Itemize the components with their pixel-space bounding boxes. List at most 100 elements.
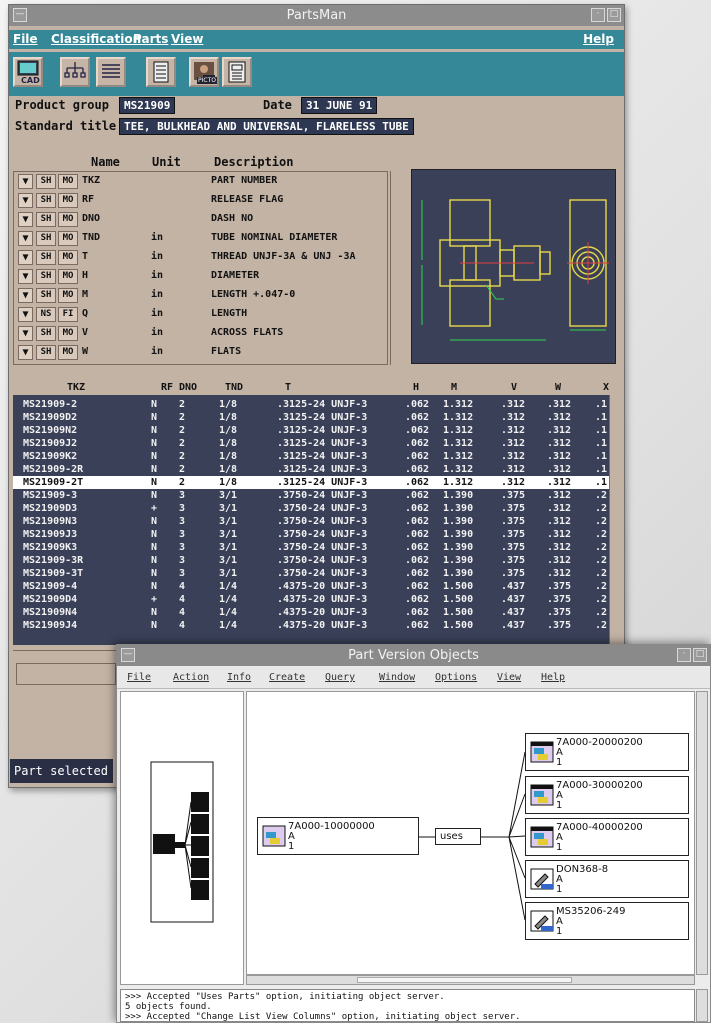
pvo-menu-query[interactable]: Query <box>325 672 355 683</box>
table-row[interactable]: MS21909N2 N 2 1/8 .3125-24 UNJF-3 .062 1.312 .3… <box>13 424 609 437</box>
expand-button[interactable]: ▼ <box>18 307 33 322</box>
table-row[interactable]: MS21909J3 N 3 3/1 .3750-24 UNJF-3 .062 1.390 .3… <box>13 528 609 541</box>
param-mode-button[interactable]: MO <box>58 288 78 303</box>
pvo-menu-window[interactable]: Window <box>379 672 415 683</box>
param-mode-button[interactable]: MO <box>58 345 78 360</box>
param-flag-button[interactable]: SH <box>36 326 56 341</box>
graph-hscroll[interactable] <box>246 975 695 985</box>
column-header-t[interactable]: T <box>285 382 291 393</box>
table-row[interactable]: MS21909-2R N 2 1/8 .3125-24 UNJF-3 .062 1.312.… <box>13 463 609 476</box>
column-header-h[interactable]: H <box>413 382 419 393</box>
pvo-window-menu-button[interactable]: — <box>121 648 135 662</box>
table-scrollbar[interactable] <box>609 395 621 645</box>
column-header-v[interactable]: V <box>511 382 517 393</box>
table-row[interactable]: MS21909-3T N 3 3/1 .3750-24 UNJF-3 .062 1.390.… <box>13 567 609 580</box>
pvo-menu-help[interactable]: Help <box>541 672 565 683</box>
param-mode-button[interactable]: MO <box>58 269 78 284</box>
document-button[interactable] <box>222 57 252 87</box>
table-row[interactable]: MS21909D3 +3 3/1 .3750-24 UNJF-3 .062 1.390 .3… <box>13 502 609 515</box>
param-mode-button[interactable]: MO <box>58 250 78 265</box>
expand-button[interactable]: ▼ <box>18 288 33 303</box>
table-row[interactable]: MS21909D2 N 2 1/8 .3125-24 UNJF-3 .062 1.312 .3… <box>13 411 609 424</box>
menu-help[interactable]: Help <box>583 30 614 49</box>
param-mode-button[interactable]: MO <box>58 326 78 341</box>
window-menu-button[interactable]: — <box>13 8 27 22</box>
title-bar[interactable]: — PartsMan · □ <box>9 5 624 26</box>
cad-button[interactable]: CAD <box>13 57 43 87</box>
child-node[interactable]: 7A000-20000200 A 1 <box>525 733 689 771</box>
param-flag-button[interactable]: SH <box>36 269 56 284</box>
pvo-menu-view[interactable]: View <box>497 672 521 683</box>
table-row[interactable]: MS21909K2 N 2 1/8 .3125-24 UNJF-3 .062 1.312 .3… <box>13 450 609 463</box>
table-row[interactable]: MS21909-3 N 3 3/1 .3750-24 UNJF-3 .062 1.390 .3… <box>13 489 609 502</box>
pvo-menu-file[interactable]: File <box>127 672 151 683</box>
table-row[interactable]: MS21909-3R N 3 3/1 .3750-24 UNJF-3 .062 1.390.… <box>13 554 609 567</box>
pvo-menu-options[interactable]: Options <box>435 672 477 683</box>
maximize-button[interactable]: □ <box>607 8 621 22</box>
table-row[interactable]: MS21909D4 +4 1/4 .4375-20 UNJF-3 .062 1.500 .4… <box>13 593 609 606</box>
expand-button[interactable]: ▼ <box>18 174 33 189</box>
column-header-dno[interactable]: DNO <box>179 382 197 393</box>
pvo-menu-info[interactable]: Info <box>227 672 251 683</box>
parameter-scrollbar[interactable] <box>390 171 402 365</box>
param-mode-button[interactable]: MO <box>58 231 78 246</box>
child-node[interactable]: 7A000-40000200 A 1 <box>525 818 689 856</box>
param-flag-button[interactable]: SH <box>36 174 56 189</box>
pvo-title-bar[interactable]: — Part Version Objects · □ <box>117 645 710 666</box>
param-flag-button[interactable]: SH <box>36 212 56 227</box>
log-scrollbar[interactable] <box>696 989 708 1022</box>
column-header-tnd[interactable]: TND <box>225 382 243 393</box>
param-mode-button[interactable]: FI <box>58 307 78 322</box>
relation-node[interactable]: uses <box>435 828 481 845</box>
child-node[interactable]: 7A000-30000200 A 1 <box>525 776 689 814</box>
table-row[interactable]: MS21909K3 N 3 3/1 .3750-24 UNJF-3 .062 1.390 .3… <box>13 541 609 554</box>
date-field[interactable]: 31 JUNE 91 <box>301 97 378 114</box>
standard-title-field[interactable]: TEE, BULKHEAD AND UNIVERSAL, FLARELESS T… <box>119 118 414 135</box>
expand-button[interactable]: ▼ <box>18 231 33 246</box>
param-flag-button[interactable]: SH <box>36 193 56 208</box>
table-button[interactable] <box>146 57 176 87</box>
expand-button[interactable]: ▼ <box>18 269 33 284</box>
menu-parts[interactable]: Parts <box>133 30 168 49</box>
pvo-maximize-button[interactable]: □ <box>693 648 707 662</box>
param-flag-button[interactable]: SH <box>36 231 56 246</box>
param-mode-button[interactable]: MO <box>58 174 78 189</box>
table-row[interactable]: MS21909J4 N 4 1/4 .4375-20 UNJF-3 .062 1.500 .4… <box>13 619 609 632</box>
menu-file[interactable]: File <box>13 30 38 49</box>
menu-classification[interactable]: Classification <box>51 30 141 49</box>
graph-hscroll-thumb[interactable] <box>357 977 572 983</box>
menu-view[interactable]: View <box>171 30 203 49</box>
param-flag-button[interactable]: NS <box>36 307 56 322</box>
pvo-menu-action[interactable]: Action <box>173 672 209 683</box>
product-group-field[interactable]: MS21909 <box>119 97 176 114</box>
param-mode-button[interactable]: MO <box>58 193 78 208</box>
filter-input[interactable] <box>16 663 116 685</box>
column-header-tkz[interactable]: TKZ <box>67 382 85 393</box>
expand-button[interactable]: ▼ <box>18 250 33 265</box>
graph-vscroll[interactable] <box>696 691 708 975</box>
child-node[interactable]: MS35206-249 A 1 <box>525 902 689 940</box>
expand-button[interactable]: ▼ <box>18 193 33 208</box>
table-row[interactable]: MS21909N3 N 3 3/1 .3750-24 UNJF-3 .062 1.390 .3… <box>13 515 609 528</box>
table-row[interactable]: MS21909-2T N 2 1/8 .3125-24 UNJF-3 .062 1.312.… <box>13 476 609 489</box>
param-mode-button[interactable]: MO <box>58 212 78 227</box>
expand-button[interactable]: ▼ <box>18 212 33 227</box>
list-view-button[interactable] <box>96 57 126 87</box>
picto-button[interactable]: PICTO <box>189 57 219 87</box>
classification-tree-button[interactable] <box>60 57 90 87</box>
param-flag-button[interactable]: SH <box>36 345 56 360</box>
pvo-minimize-button[interactable]: · <box>677 648 691 662</box>
table-row[interactable]: MS21909-2 N 2 1/8 .3125-24 UNJF-3 .062 1.312 .3… <box>13 398 609 411</box>
child-node[interactable]: DON368-8 A 1 <box>525 860 689 898</box>
minimize-button[interactable]: · <box>591 8 605 22</box>
param-flag-button[interactable]: SH <box>36 250 56 265</box>
table-row[interactable]: MS21909-4 N 4 1/4 .4375-20 UNJF-3 .062 1.500 .4… <box>13 580 609 593</box>
root-node[interactable]: 7A000-10000000 A 1 <box>257 817 419 855</box>
column-header-w[interactable]: W <box>555 382 561 393</box>
column-header-m[interactable]: M <box>451 382 457 393</box>
expand-button[interactable]: ▼ <box>18 345 33 360</box>
table-row[interactable]: MS21909N4 N 4 1/4 .4375-20 UNJF-3 .062 1.500 .4… <box>13 606 609 619</box>
table-row[interactable]: MS21909J2 N 2 1/8 .3125-24 UNJF-3 .062 1.312 .3… <box>13 437 609 450</box>
param-flag-button[interactable]: SH <box>36 288 56 303</box>
column-header-rf[interactable]: RF <box>161 382 173 393</box>
